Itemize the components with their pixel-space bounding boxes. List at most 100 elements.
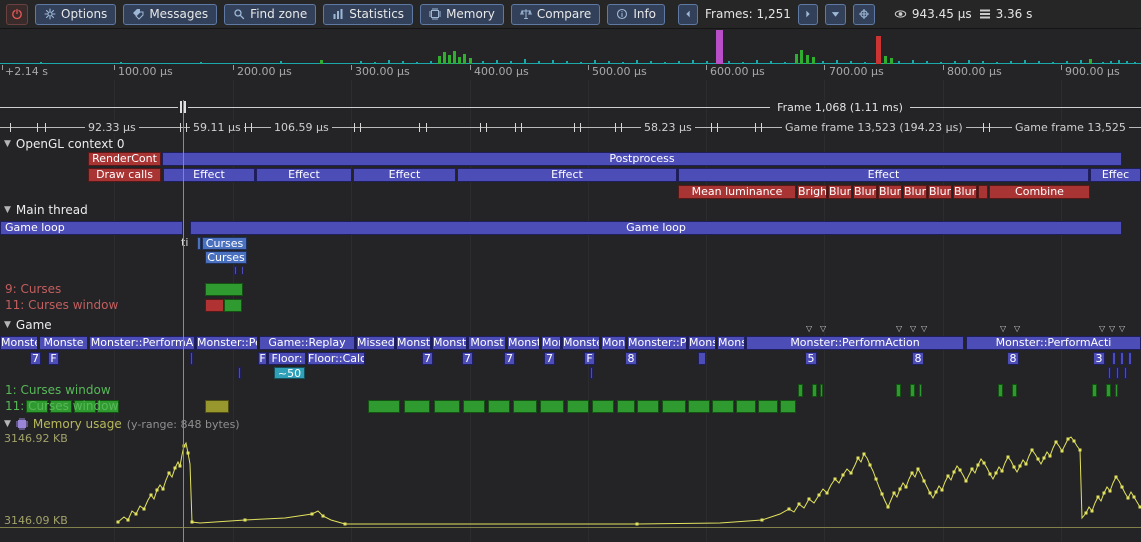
frame-bar[interactable] — [402, 61, 404, 64]
prev-frame-button[interactable] — [678, 4, 698, 25]
frame-bar[interactable] — [469, 58, 472, 64]
frame-bar[interactable] — [1134, 62, 1136, 64]
frame-bar[interactable] — [982, 61, 984, 64]
frame-label[interactable]: 59.11 μs — [190, 121, 244, 134]
zone[interactable]: 7 — [30, 352, 41, 365]
zone[interactable]: 7 — [504, 352, 515, 365]
zone-red[interactable]: Mean luminance — [678, 185, 796, 199]
zone[interactable]: Monst — [468, 336, 506, 350]
frame-bar[interactable] — [200, 62, 202, 64]
frame-bar[interactable] — [594, 60, 596, 64]
zone[interactable]: Curses — [205, 251, 247, 264]
zone[interactable]: Monste — [39, 336, 88, 350]
zone[interactable]: 3 — [1093, 352, 1105, 365]
zone[interactable]: Curses — [202, 237, 247, 250]
frame-bar[interactable] — [416, 62, 418, 64]
zone[interactable] — [1108, 367, 1111, 379]
zone-red[interactable]: Blur — [828, 185, 852, 199]
frame-bar[interactable] — [524, 59, 526, 64]
zone[interactable]: Monster::Pe — [196, 336, 258, 350]
frame-bar[interactable] — [566, 61, 568, 64]
zone[interactable]: Monster::Pe — [627, 336, 687, 350]
frame-bar[interactable] — [374, 62, 376, 64]
frame-bar[interactable] — [1010, 61, 1012, 64]
find-zone-button[interactable]: Find zone — [224, 4, 316, 25]
frame-bar[interactable] — [812, 57, 815, 64]
frame-bar[interactable] — [864, 62, 866, 64]
frame-bar[interactable] — [448, 55, 451, 64]
frame-bar[interactable] — [622, 62, 624, 64]
frame-bar[interactable] — [1102, 62, 1104, 64]
zone[interactable] — [238, 367, 241, 379]
frame-bar[interactable] — [650, 61, 652, 64]
frame-select-button[interactable] — [825, 4, 846, 25]
zone[interactable]: Effect — [353, 168, 456, 182]
frame-bar[interactable] — [360, 61, 362, 64]
frame-bar[interactable] — [836, 60, 838, 64]
zone[interactable] — [698, 352, 706, 365]
frame-bar[interactable] — [968, 60, 970, 64]
zone[interactable]: Monste — [562, 336, 600, 350]
frame-bar[interactable] — [678, 61, 680, 64]
zone-game-loop[interactable]: Game loop — [0, 221, 183, 235]
section-opengl-header[interactable]: ▼ OpenGL context 0 — [4, 137, 124, 151]
frame-bar[interactable] — [538, 61, 540, 64]
message-marker-icon[interactable]: ▽ — [1099, 325, 1109, 334]
frame-bar[interactable] — [453, 51, 456, 64]
section-main-thread-header[interactable]: ▼ Main thread — [4, 203, 88, 217]
frame-bar[interactable] — [926, 61, 928, 64]
frame-bar[interactable] — [890, 58, 893, 64]
center-view-button[interactable] — [853, 4, 875, 25]
message-marker-icon[interactable]: ▽ — [1119, 325, 1129, 334]
frame-bar[interactable] — [388, 60, 390, 64]
zone[interactable]: 7 — [422, 352, 433, 365]
zone[interactable]: Monster::PerformAction — [746, 336, 964, 350]
zone[interactable]: Monster::PerformActi — [966, 336, 1141, 350]
frame-bar[interactable] — [912, 60, 914, 64]
frame-bar[interactable] — [850, 61, 852, 64]
zone[interactable]: Monst — [396, 336, 431, 350]
frame-bar[interactable] — [996, 62, 998, 64]
zone[interactable]: Postprocess — [162, 152, 1122, 166]
frame-bar[interactable] — [692, 60, 694, 64]
frame-bar[interactable] — [784, 62, 786, 64]
frame-bar[interactable] — [742, 62, 744, 64]
frame-bar[interactable] — [1126, 61, 1128, 64]
zone[interactable] — [234, 266, 237, 275]
zone[interactable]: F — [48, 352, 59, 365]
info-button[interactable]: Info — [607, 4, 665, 25]
frame-bar[interactable] — [1080, 60, 1082, 64]
frame-bar[interactable] — [795, 54, 798, 64]
zone[interactable]: 7 — [544, 352, 555, 365]
message-marker-icon[interactable]: ▽ — [910, 325, 920, 334]
frame-bar[interactable] — [770, 61, 772, 64]
frame-bar[interactable] — [706, 61, 708, 64]
frame-bar[interactable] — [496, 60, 498, 64]
frame-bar[interactable] — [1038, 61, 1040, 64]
frame-bar[interactable] — [510, 61, 512, 64]
frame-bar[interactable] — [458, 57, 461, 64]
message-marker-icon[interactable]: ▽ — [1109, 325, 1119, 334]
frame-bar[interactable] — [120, 62, 122, 64]
zone[interactable]: 8 — [1007, 352, 1019, 365]
current-frame-label[interactable]: Frame 1,068 (1.11 ms) — [772, 101, 908, 114]
zone[interactable]: Monst — [507, 336, 540, 350]
frame-label[interactable]: 106.59 μs — [271, 121, 332, 134]
frame-bar[interactable] — [1024, 60, 1026, 64]
frame-bar[interactable] — [443, 52, 446, 64]
zone[interactable]: F — [258, 352, 267, 365]
zone[interactable] — [590, 367, 593, 379]
frame-bar[interactable] — [608, 61, 610, 64]
zone[interactable] — [241, 266, 244, 275]
zone[interactable] — [1124, 367, 1127, 379]
zone[interactable]: 8 — [625, 352, 637, 365]
zone[interactable]: F — [584, 352, 595, 365]
message-marker-icon[interactable]: ▽ — [1000, 325, 1010, 334]
zone[interactable]: Floor: — [268, 352, 306, 365]
frame-bar[interactable] — [552, 60, 554, 64]
frame-bar[interactable] — [756, 60, 758, 64]
message-marker-icon[interactable]: ▽ — [806, 325, 816, 334]
frame-bar[interactable] — [876, 36, 881, 64]
zone[interactable]: Mons — [601, 336, 626, 350]
zone-red[interactable] — [978, 185, 988, 199]
